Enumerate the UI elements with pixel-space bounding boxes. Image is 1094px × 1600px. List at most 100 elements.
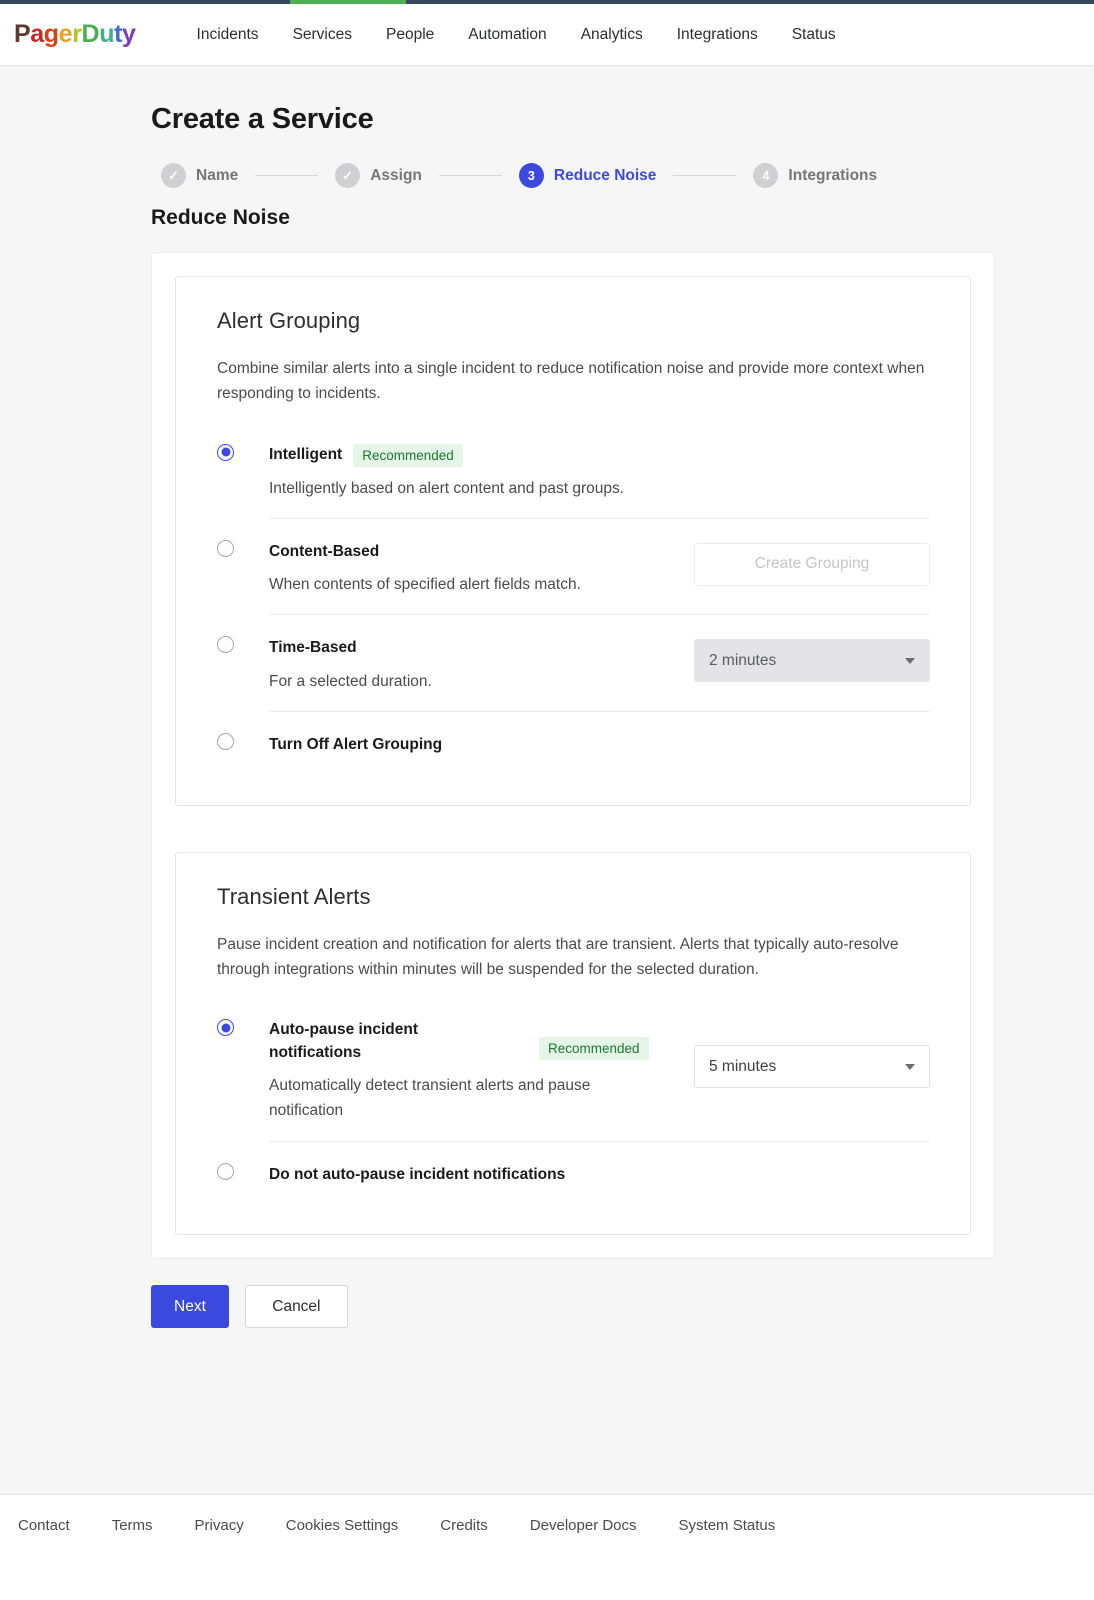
step-connector bbox=[438, 175, 502, 176]
option-control: Create Grouping bbox=[694, 541, 930, 586]
alert-grouping-description: Combine similar alerts into a single inc… bbox=[217, 360, 925, 403]
option-description: For a selected duration. bbox=[269, 672, 432, 690]
option-description: Intelligently based on alert content and… bbox=[269, 479, 625, 497]
logo-letter: D bbox=[81, 20, 100, 48]
option-text: Intelligent Recommended Intelligently base… bbox=[269, 443, 930, 501]
option-body: Auto-pause incident notifications Recomme… bbox=[269, 1019, 930, 1123]
nav-item-incidents[interactable]: Incidents bbox=[180, 26, 276, 44]
footer-link-system-status[interactable]: System Status bbox=[679, 1517, 776, 1534]
radio-intelligent[interactable] bbox=[217, 443, 234, 461]
section-title: Reduce Noise bbox=[151, 206, 290, 229]
logo-letter: r bbox=[72, 20, 82, 48]
footer-link-developer-docs[interactable]: Developer Docs bbox=[530, 1517, 637, 1534]
option-text: Auto-pause incident notifications Recomme… bbox=[269, 1019, 689, 1123]
footer-link-contact[interactable]: Contact bbox=[18, 1517, 70, 1534]
footer-link-credits[interactable]: Credits bbox=[440, 1517, 488, 1534]
radio-wrapper bbox=[217, 614, 269, 654]
option-title: Turn Off Alert Grouping bbox=[269, 736, 443, 754]
wizard-stepper: ✓ Name ✓ Assign 3 Reduce Noise 4 Integrations bbox=[161, 163, 1094, 188]
nav-item-automation[interactable]: Automation bbox=[451, 26, 563, 44]
transient-alerts-card: Transient Alerts Pause incident creation… bbox=[175, 851, 971, 1236]
duration-select[interactable]: 2 minutes bbox=[694, 639, 930, 683]
option-row[interactable]: Intelligent Recommended Intelligently base… bbox=[217, 427, 930, 518]
pagerduty-logo[interactable]: PagerDuty bbox=[14, 20, 136, 49]
create-grouping-button[interactable]: Create Grouping bbox=[694, 542, 930, 586]
next-button[interactable]: Next bbox=[151, 1285, 229, 1329]
radio-time-based[interactable] bbox=[217, 636, 234, 654]
option-row[interactable]: Do not auto-pause incident notifications bbox=[217, 1140, 930, 1203]
main-nav-links: Incidents Services People Automation Analyti… bbox=[180, 26, 853, 44]
step-connector bbox=[255, 175, 319, 176]
radio-wrapper bbox=[217, 1141, 269, 1180]
transient-alerts-title: Transient Alerts bbox=[217, 883, 371, 909]
option-body: Intelligent Recommended Intelligently base… bbox=[269, 443, 930, 501]
logo-letter: g bbox=[43, 20, 59, 48]
transient-alerts-options: Auto-pause incident notifications Recomme… bbox=[217, 1002, 930, 1203]
option-body: Do not auto-pause incident notifications bbox=[269, 1140, 930, 1186]
option-body: Content-Based When contents of specified … bbox=[269, 517, 930, 598]
alert-grouping-card: Alert Grouping Combine similar alerts in… bbox=[175, 276, 971, 806]
duration-select-value: 5 minutes bbox=[709, 1057, 777, 1075]
radio-do-not-auto-pause-incident-notifications[interactable] bbox=[217, 1162, 234, 1180]
logo-letter: t bbox=[114, 20, 122, 48]
option-row[interactable]: Auto-pause incident notifications Recomme… bbox=[217, 1002, 930, 1140]
option-description: Automatically detect transient alerts an… bbox=[269, 1077, 591, 1120]
step-assign[interactable]: ✓ Assign bbox=[335, 163, 422, 188]
radio-turn-off-alert-grouping[interactable] bbox=[217, 733, 234, 751]
radio-wrapper bbox=[217, 443, 269, 461]
nav-item-services[interactable]: Services bbox=[276, 26, 369, 44]
radio-wrapper bbox=[217, 711, 269, 751]
logo-letter: P bbox=[14, 20, 31, 48]
logo-letter: a bbox=[30, 20, 44, 48]
nav-item-integrations[interactable]: Integrations bbox=[660, 26, 775, 44]
duration-select-value: 2 minutes bbox=[709, 651, 777, 669]
alert-grouping-options: Intelligent Recommended Intelligently base… bbox=[217, 427, 930, 774]
step-name[interactable]: ✓ Name bbox=[161, 163, 238, 188]
option-row[interactable]: Time-Based For a selected duration. 2 minu… bbox=[217, 614, 930, 711]
option-row[interactable]: Content-Based When contents of specified … bbox=[217, 517, 930, 615]
footer-link-privacy[interactable]: Privacy bbox=[195, 1517, 244, 1534]
step-number: 4 bbox=[753, 163, 779, 188]
radio-auto-pause-incident-notifications[interactable] bbox=[217, 1019, 234, 1037]
step-reduce-noise[interactable]: 3 Reduce Noise bbox=[518, 163, 656, 188]
option-heading: Intelligent Recommended bbox=[269, 443, 914, 467]
nav-item-analytics[interactable]: Analytics bbox=[564, 26, 660, 44]
option-title: Auto-pause incident notifications bbox=[269, 1021, 418, 1061]
step-connector bbox=[673, 175, 737, 176]
step-label: Assign bbox=[370, 166, 422, 184]
main-content: Create a Service ✓ Name ✓ Assign 3 Reduce Noi… bbox=[0, 103, 1094, 1329]
option-control: 5 minutes bbox=[694, 1019, 930, 1089]
radio-wrapper bbox=[217, 518, 269, 557]
step-check-icon: ✓ bbox=[161, 163, 186, 188]
active-tab-indicator bbox=[290, 0, 406, 4]
option-body: Time-Based For a selected duration. 2 minu… bbox=[269, 614, 930, 694]
logo-letter: y bbox=[122, 20, 136, 48]
cancel-button[interactable]: Cancel bbox=[244, 1285, 348, 1329]
option-row[interactable]: Turn Off Alert Grouping bbox=[217, 711, 930, 773]
footer-link-cookies-settings[interactable]: Cookies Settings bbox=[286, 1517, 399, 1534]
footer-link-terms[interactable]: Terms bbox=[112, 1517, 153, 1534]
option-heading: Auto-pause incident notifications Recomme… bbox=[269, 1019, 673, 1064]
nav-item-people[interactable]: People bbox=[369, 26, 451, 44]
option-body: Turn Off Alert Grouping bbox=[269, 711, 930, 756]
option-heading: Do not auto-pause incident notifications bbox=[269, 1164, 914, 1186]
option-text: Do not auto-pause incident notifications bbox=[269, 1164, 930, 1186]
nav-item-status[interactable]: Status bbox=[775, 26, 853, 44]
option-heading: Time-Based bbox=[269, 637, 678, 659]
radio-content-based[interactable] bbox=[217, 539, 234, 557]
option-title: Intelligent bbox=[269, 445, 343, 463]
option-text: Time-Based For a selected duration. bbox=[269, 637, 694, 694]
step-integrations[interactable]: 4 Integrations bbox=[753, 163, 877, 188]
recommended-badge: Recommended bbox=[353, 443, 463, 467]
logo-letter: e bbox=[58, 20, 73, 48]
page-title: Create a Service bbox=[151, 103, 374, 135]
option-title: Do not auto-pause incident notifications bbox=[269, 1165, 566, 1183]
chevron-down-icon bbox=[905, 1063, 915, 1070]
option-text: Turn Off Alert Grouping bbox=[269, 734, 930, 756]
option-heading: Content-Based bbox=[269, 541, 678, 563]
reduce-noise-panel: Alert Grouping Combine similar alerts in… bbox=[151, 252, 995, 1260]
alert-grouping-title: Alert Grouping bbox=[217, 308, 361, 333]
step-label: Name bbox=[196, 166, 239, 184]
option-text: Content-Based When contents of specified … bbox=[269, 541, 694, 598]
duration-select[interactable]: 5 minutes bbox=[694, 1045, 930, 1089]
